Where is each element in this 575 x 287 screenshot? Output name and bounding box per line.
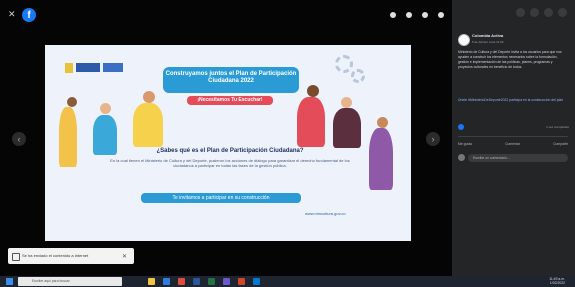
facebook-logo-icon[interactable]: f (22, 8, 36, 22)
notifications-icon[interactable] (544, 8, 553, 17)
comment-button[interactable]: Comentar (505, 142, 520, 146)
poster-question: ¿Sabes qué es el Plan de Participación C… (156, 148, 304, 154)
clock-date: 1/02/2022 (549, 281, 565, 285)
tag-icon[interactable] (422, 12, 428, 18)
account-icon[interactable] (558, 8, 567, 17)
poster-subheadline: ¡Necesitamos Tu Escuchar! (187, 96, 273, 105)
person-illustration (377, 117, 388, 128)
person-illustration (67, 97, 77, 107)
next-photo-button[interactable]: › (426, 132, 440, 146)
poster-body: En la cual tienen el Ministerio de Cultu… (110, 158, 350, 168)
previous-photo-button[interactable]: ‹ (12, 132, 26, 146)
page-avatar[interactable] (458, 34, 470, 46)
zoom-in-icon[interactable] (390, 12, 396, 18)
post-text: Ministerio de Cultura y del Deporte invi… (458, 50, 562, 69)
outlook-icon[interactable] (253, 278, 260, 285)
windows-start-icon[interactable] (6, 278, 13, 285)
poster-invite-banner: Te invitamos a participar en su construc… (141, 193, 301, 203)
person-illustration (341, 97, 352, 108)
share-button[interactable]: Compartir (553, 142, 568, 146)
person-illustration (333, 108, 361, 148)
divider (458, 136, 568, 137)
notification-icon (12, 253, 20, 261)
campaign-poster-image: Construyamos juntos el Plan de Participa… (45, 45, 411, 241)
file-explorer-icon[interactable] (148, 278, 155, 285)
poster-url: www.mincultura.gov.co (305, 211, 346, 216)
person-illustration (59, 107, 77, 167)
post-date[interactable]: 5 de febrero a las 11:00 (472, 40, 503, 44)
viewer-toolbar (390, 12, 444, 18)
person-illustration (133, 103, 163, 147)
gear-decoration-icon (335, 55, 353, 73)
zoom-out-icon[interactable] (406, 12, 412, 18)
edge-icon[interactable] (163, 278, 170, 285)
page-name[interactable]: Colombia Activa (472, 33, 503, 38)
notification-text: Se ha enviado el contenido a Internet (22, 253, 89, 258)
excel-icon[interactable] (208, 278, 215, 285)
person-illustration (297, 97, 325, 147)
person-illustration (369, 128, 393, 190)
person-illustration (100, 103, 111, 114)
taskbar-apps (148, 278, 260, 285)
person-illustration (307, 85, 319, 97)
taskbar-search-input[interactable]: Escribe aquí para buscar (18, 277, 122, 286)
powerpoint-icon[interactable] (238, 278, 245, 285)
close-icon[interactable]: ✕ (8, 9, 16, 20)
header-icons (516, 8, 567, 17)
post-actions: Me gusta Comentar Compartir (458, 142, 568, 146)
post-sidebar: Colombia Activa 5 de febrero a las 11:00… (452, 0, 575, 276)
post-hashtags[interactable]: Únete #MinisterioDeDeporte2022 participa… (458, 98, 568, 103)
person-illustration (143, 91, 155, 103)
share-count[interactable]: 1 vez compartido (546, 125, 569, 129)
word-icon[interactable] (193, 278, 200, 285)
menu-grid-icon[interactable] (516, 8, 525, 17)
gear-decoration-icon (351, 69, 365, 83)
like-reaction-icon[interactable] (458, 124, 464, 130)
comment-input[interactable]: Escribe un comentario... (468, 154, 568, 162)
chrome-icon[interactable] (178, 278, 185, 285)
ministry-logo (65, 63, 125, 75)
notification-toast: Se ha enviado el contenido a Internet (8, 248, 134, 264)
system-tray[interactable]: 11:49 a.m. 1/02/2022 (549, 277, 565, 285)
fullscreen-icon[interactable] (438, 12, 444, 18)
poster-headline: Construyamos juntos el Plan de Participa… (163, 67, 299, 93)
messenger-icon[interactable] (530, 8, 539, 17)
close-icon[interactable]: ✕ (122, 253, 127, 260)
like-button[interactable]: Me gusta (458, 142, 472, 146)
teams-icon[interactable] (223, 278, 230, 285)
photo-viewer: ✕ f ‹ › Construyamos juntos el Plan de P… (0, 0, 452, 276)
avatar (458, 154, 465, 161)
